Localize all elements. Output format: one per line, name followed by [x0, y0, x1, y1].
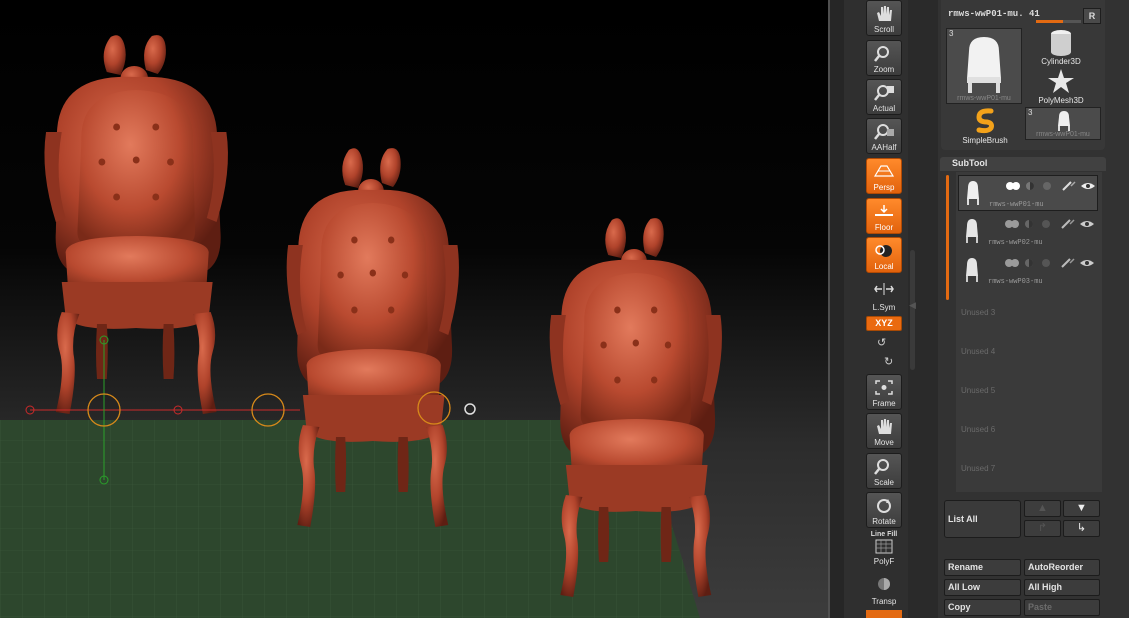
- aahalf-button[interactable]: AAHalf: [866, 118, 902, 154]
- subtool-toggle-icons[interactable]: [1005, 180, 1099, 192]
- rotate-y-icon[interactable]: ↺: [877, 336, 886, 349]
- perspective-icon: [873, 165, 895, 177]
- cylinder3d-label: Cylinder3D: [1041, 57, 1081, 66]
- shelf-rail: ◀: [908, 0, 938, 618]
- rotate-icon: [877, 499, 891, 513]
- arrow-turn-up-icon: ↱: [1037, 522, 1048, 534]
- chair-thumbnail-icon: [967, 181, 979, 205]
- floor-icon: [875, 205, 893, 216]
- subtool-header[interactable]: SubTool: [940, 157, 1106, 171]
- polymesh3d-label: PolyMesh3D: [1038, 96, 1084, 105]
- chair-thumbnail-icon: [966, 219, 978, 243]
- frame-button[interactable]: Frame: [866, 374, 902, 410]
- simplebrush-tool[interactable]: [971, 108, 1001, 134]
- persp-button[interactable]: Persp: [866, 158, 902, 194]
- subtool-toggle-icons[interactable]: [1004, 257, 1098, 269]
- tool-palette: rmws-wwP01-mu. 41 R 3 rmws-wwP01-mu Cyli…: [941, 0, 1105, 150]
- unused-slot: Unused 7: [961, 464, 996, 473]
- symmetry-icon: [874, 283, 894, 295]
- move-up-button[interactable]: ▲: [1024, 500, 1061, 517]
- polymesh3d-tool[interactable]: [1046, 68, 1076, 94]
- r-button[interactable]: R: [1083, 8, 1101, 24]
- shelf-next-button[interactable]: [866, 610, 902, 618]
- xyz-button[interactable]: XYZ: [866, 316, 902, 331]
- hand-icon: [877, 419, 892, 434]
- polyf-button[interactable]: Line Fill PolyF: [866, 531, 902, 567]
- unused-slot: Unused 3: [961, 308, 996, 317]
- rotate-button[interactable]: Rotate: [866, 492, 902, 528]
- all-low-button[interactable]: All Low: [944, 579, 1021, 596]
- subtool-row[interactable]: rmws-wwP02-mu: [958, 214, 1098, 250]
- move-down-button[interactable]: ▼: [1063, 500, 1100, 517]
- scene-render[interactable]: [0, 0, 828, 618]
- canvas-viewport[interactable]: [0, 0, 828, 618]
- zoom-button[interactable]: Zoom: [866, 40, 902, 76]
- scroll-button[interactable]: Scroll: [866, 0, 902, 36]
- arrow-down-icon: ▼: [1076, 502, 1087, 514]
- magnifier-icon: [874, 46, 889, 62]
- subtool-thumbnail[interactable]: 3 rmws-wwP01-mu: [1025, 107, 1101, 140]
- chair-thumbnail-icon: [1058, 111, 1070, 131]
- local-button[interactable]: Local: [866, 237, 902, 273]
- cylinder3d-tool[interactable]: [1041, 28, 1081, 58]
- autoreorder-button[interactable]: AutoReorder: [1024, 559, 1100, 576]
- collapse-arrow-icon[interactable]: ◀: [909, 300, 916, 311]
- cylinder-icon: [1051, 30, 1071, 56]
- actual-button[interactable]: Actual: [866, 79, 902, 115]
- merge-down-button[interactable]: ↳: [1063, 520, 1100, 537]
- unused-slot: Unused 5: [961, 386, 996, 395]
- move-button[interactable]: Move: [866, 413, 902, 449]
- magnifier-icon: [874, 124, 894, 140]
- viewport-side-strip: [830, 0, 844, 618]
- magnifier-icon: [874, 459, 889, 475]
- magnifier-icon: [874, 85, 894, 101]
- subtool-row[interactable]: rmws-wwP03-mu: [958, 253, 1098, 289]
- tool-name-label: rmws-wwP01-mu. 41: [948, 9, 1040, 19]
- arrow-up-icon: ▲: [1037, 502, 1048, 514]
- hand-icon: [877, 6, 892, 21]
- frame-icon: [875, 380, 893, 395]
- current-tool-thumbnail[interactable]: 3 rmws-wwP01-mu: [946, 28, 1022, 104]
- arrow-turn-down-icon: ↳: [1076, 522, 1087, 534]
- rename-button[interactable]: Rename: [944, 559, 1021, 576]
- right-shelf: Scroll Zoom Actual AAHalf Persp Floor Lo…: [844, 0, 908, 618]
- star-icon: [1048, 69, 1074, 93]
- unused-slot: Unused 6: [961, 425, 996, 434]
- simplebrush-icon: [976, 108, 994, 134]
- scale-button[interactable]: Scale: [866, 453, 902, 489]
- copy-button[interactable]: Copy: [944, 599, 1021, 616]
- tool-panel: rmws-wwP01-mu. 41 R 3 rmws-wwP01-mu Cyli…: [938, 0, 1129, 618]
- subtool-scroll-indicator[interactable]: [946, 175, 949, 300]
- unused-slot: Unused 4: [961, 347, 996, 356]
- subtool-row[interactable]: rmws-wwP01-mu: [958, 175, 1098, 211]
- simplebrush-label: SimpleBrush: [962, 136, 1008, 145]
- polyframe-icon: [875, 539, 893, 554]
- subtool-toggle-icons[interactable]: [1004, 218, 1098, 230]
- paste-button[interactable]: Paste: [1024, 599, 1100, 616]
- tool-slider[interactable]: [1036, 20, 1081, 23]
- chair-thumbnail-icon: [966, 258, 978, 282]
- lsym-button[interactable]: L.Sym: [866, 277, 902, 313]
- local-icon: [875, 245, 892, 257]
- chair-thumbnail-icon: [967, 37, 1001, 93]
- list-all-button[interactable]: List All: [944, 500, 1021, 538]
- floor-button[interactable]: Floor: [866, 198, 902, 234]
- subtool-list: rmws-wwP01-mu rmws-wwP02-mu rmws-wwP03-m…: [956, 172, 1102, 492]
- transparency-icon: [878, 578, 890, 590]
- transp-button[interactable]: Transp: [866, 571, 902, 607]
- all-high-button[interactable]: All High: [1024, 579, 1100, 596]
- linefill-label: Line Fill: [870, 531, 898, 538]
- merge-up-button[interactable]: ↱: [1024, 520, 1061, 537]
- chair-model-1[interactable]: [44, 35, 228, 414]
- rotate-z-icon[interactable]: ↻: [884, 355, 893, 368]
